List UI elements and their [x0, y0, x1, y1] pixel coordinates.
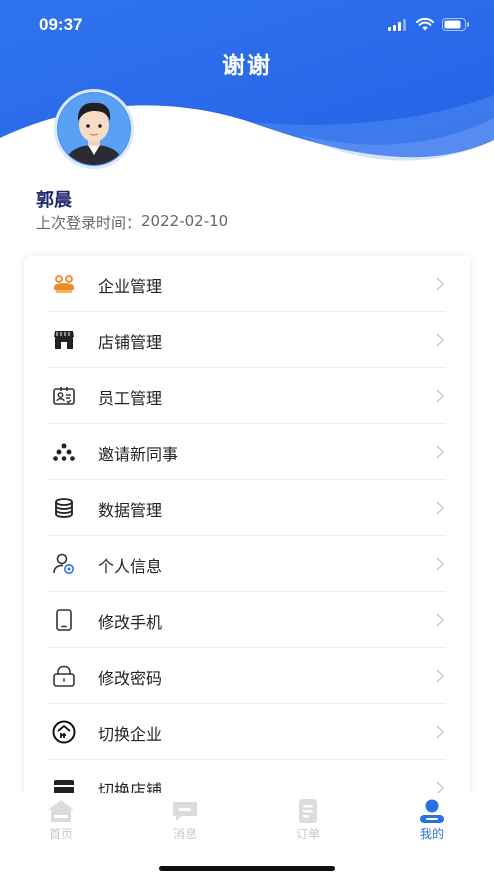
chevron-right-icon [436, 725, 444, 739]
phone-icon [56, 609, 72, 631]
home-icon [48, 800, 74, 822]
avatar-image [54, 89, 134, 169]
last-login-date: 2022-02-10 [141, 212, 229, 230]
menu-item-enterprise-management[interactable]: 企业管理 [24, 256, 470, 312]
chevron-right-icon [436, 557, 444, 571]
menu-item-data-management[interactable]: 数据管理 [24, 480, 470, 536]
chevron-right-icon [436, 669, 444, 683]
menu-item-change-phone[interactable]: 修改手机 [24, 592, 470, 648]
tab-label: 首页 [48, 827, 73, 841]
chevron-right-icon [436, 333, 444, 347]
cellular-signal-icon [388, 18, 406, 31]
chevron-right-icon [436, 501, 444, 515]
chevron-right-icon [436, 389, 444, 403]
chevron-right-icon [436, 277, 444, 291]
menu-item-label: 个人信息 [98, 557, 163, 576]
status-time: 09:37 [39, 15, 83, 34]
menu-item-label: 店铺管理 [98, 333, 163, 352]
switch-enterprise-icon [52, 720, 76, 744]
menu-item-label: 修改手机 [98, 613, 163, 632]
menu-card: 企业管理 店铺管理 员工管理 邀请新同事 数据管理 个人信息 修改手机 修改密码… [24, 256, 470, 816]
org-tree-icon [53, 443, 75, 461]
chevron-right-icon [436, 445, 444, 459]
last-login-label: 上次登录时间： [36, 214, 142, 232]
menu-item-change-password[interactable]: 修改密码 [24, 648, 470, 704]
menu-item-label: 企业管理 [98, 277, 163, 296]
user-name: 郭晨 [36, 190, 72, 211]
menu-item-label: 修改密码 [98, 669, 163, 688]
tab-messages[interactable]: 消息 [145, 798, 225, 842]
battery-icon [442, 18, 469, 31]
menu-item-staff-management[interactable]: 员工管理 [24, 368, 470, 424]
tab-label: 我的 [419, 827, 444, 841]
tab-label: 订单 [295, 827, 320, 841]
order-icon [299, 799, 317, 823]
person-icon [53, 553, 74, 574]
home-indicator [159, 866, 335, 871]
avatar[interactable] [44, 89, 144, 169]
store-icon [54, 331, 74, 349]
profile-icon [420, 799, 444, 823]
menu-item-switch-enterprise[interactable]: 切换企业 [24, 704, 470, 760]
menu-item-invite-colleague[interactable]: 邀请新同事 [24, 424, 470, 480]
tab-label: 消息 [172, 827, 197, 841]
status-bar: 09:37 [0, 12, 494, 40]
tab-home[interactable]: 首页 [21, 798, 101, 842]
menu-item-personal-info[interactable]: 个人信息 [24, 536, 470, 592]
menu-item-label: 切换企业 [98, 725, 163, 744]
status-icons [388, 18, 470, 31]
tab-profile[interactable]: 我的 [392, 798, 472, 842]
menu-item-label: 数据管理 [98, 501, 163, 520]
wifi-icon [416, 18, 434, 31]
page-title: 谢谢 [222, 53, 272, 79]
database-icon [55, 498, 73, 518]
menu-item-store-management[interactable]: 店铺管理 [24, 312, 470, 368]
menu-item-label: 邀请新同事 [98, 445, 179, 464]
chevron-right-icon [436, 613, 444, 627]
staff-card-icon [53, 387, 75, 405]
lock-icon [53, 665, 75, 687]
message-icon [173, 802, 197, 821]
menu-item-label: 员工管理 [98, 389, 163, 408]
last-login: 上次登录时间： 2022-02-10 [36, 212, 228, 233]
tab-orders[interactable]: 订单 [268, 798, 348, 842]
enterprise-icon [54, 275, 74, 293]
